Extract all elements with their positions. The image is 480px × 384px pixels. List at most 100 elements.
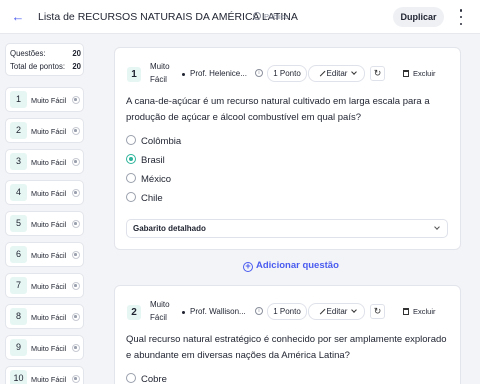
question-nav-number: 3 [10, 153, 27, 170]
delete-label: Excluir [413, 307, 436, 316]
visibility-status: Público [253, 12, 289, 21]
question-nav-label: Muito Fácil [31, 158, 67, 167]
difficulty-line2: Fácil [150, 75, 167, 84]
status-dot-icon [72, 127, 80, 135]
status-dot-icon [72, 96, 80, 104]
question-nav-label: Muito Fácil [31, 96, 67, 105]
question-nav-number: 6 [10, 246, 27, 263]
option-label: Colômbia [141, 136, 182, 147]
question-nav-number: 5 [10, 215, 27, 232]
back-arrow-icon[interactable]: ← [11, 10, 25, 24]
trash-icon [403, 308, 409, 315]
question-nav-item[interactable]: 4 Muito Fácil [5, 180, 84, 205]
radio-icon [126, 373, 136, 383]
author-name: Prof. Helenice... [190, 69, 247, 78]
status-dot-icon [72, 220, 80, 228]
radio-icon [126, 192, 136, 202]
questions-count: 20 [72, 49, 81, 58]
question-number: 2 [127, 305, 141, 320]
question-nav-number: 9 [10, 339, 27, 356]
status-dot-icon [72, 158, 80, 166]
answer-option[interactable]: Cobre [126, 373, 167, 384]
option-label: Cobre [141, 374, 167, 384]
points-pill[interactable]: 1 Ponto [267, 65, 307, 82]
option-label: México [141, 174, 172, 185]
list-summary: Questões: 20 Total de pontos: 20 [5, 43, 84, 76]
duplicate-button[interactable]: Duplicar [393, 7, 444, 27]
radio-icon [126, 135, 136, 145]
radio-icon [126, 173, 136, 183]
chevron-down-icon [351, 69, 358, 75]
visibility-label: Público [264, 12, 289, 21]
status-dot-icon [72, 344, 80, 352]
answer-option[interactable]: Brasil [126, 154, 165, 166]
question-nav-item[interactable]: 1 Muito Fácil [5, 87, 84, 112]
answer-option[interactable]: Chile [126, 192, 163, 204]
question-nav-label: Muito Fácil [31, 313, 67, 322]
question-nav-item[interactable]: 3 Muito Fácil [5, 149, 84, 174]
pencil-icon [315, 304, 325, 315]
chevron-down-icon [351, 307, 358, 313]
question-nav-number: 8 [10, 308, 27, 325]
question-nav-item[interactable]: 8 Muito Fácil [5, 304, 84, 329]
status-dot-icon [72, 189, 80, 197]
refresh-icon[interactable]: ↻ [370, 304, 385, 319]
question-nav-item[interactable]: 6 Muito Fácil [5, 242, 84, 267]
status-dot-icon [72, 251, 80, 259]
edit-label: Editar [326, 307, 348, 316]
plus-circle-icon: + [243, 262, 253, 272]
edit-label: Editar [326, 69, 348, 78]
chevron-down-icon [434, 224, 440, 230]
delete-button[interactable]: Excluir [403, 69, 436, 78]
question-nav-item[interactable]: 5 Muito Fácil [5, 211, 84, 236]
question-card: 1 Muito Fácil Prof. Helenice... i 1 Pont… [114, 47, 461, 250]
difficulty-line1: Muito [150, 300, 170, 309]
question-nav-label: Muito Fácil [31, 189, 67, 198]
question-nav-number: 7 [10, 277, 27, 294]
question-nav-label: Muito Fácil [31, 127, 67, 136]
separator-dot [182, 73, 185, 76]
difficulty-line2: Fácil [150, 313, 167, 322]
question-nav-item[interactable]: 7 Muito Fácil [5, 273, 84, 298]
question-text: A cana-de-açúcar é um recurso natural cu… [126, 96, 430, 123]
question-nav-item[interactable]: 2 Muito Fácil [5, 118, 84, 143]
question-nav-label: Muito Fácil [31, 282, 67, 291]
answer-key-label: Gabarito detalhado [133, 224, 206, 233]
delete-label: Excluir [413, 69, 436, 78]
answer-key-dropdown[interactable]: Gabarito detalhado [126, 219, 448, 238]
question-text: Qual recurso natural estratégico é conhe… [126, 334, 447, 361]
question-nav-item[interactable]: 10 Muito Fácil [5, 366, 84, 384]
status-dot-icon [72, 313, 80, 321]
question-nav-number: 4 [10, 184, 27, 201]
answer-option[interactable]: Colômbia [126, 135, 181, 147]
add-question-button[interactable]: + Adicionar questão [243, 260, 339, 272]
points-label: Total de pontos: [10, 62, 66, 71]
question-nav-number: 1 [10, 91, 27, 108]
delete-button[interactable]: Excluir [403, 307, 436, 316]
question-card: 2 Muito Fácil Prof. Wallison... i 1 Pont… [114, 285, 461, 384]
author-name: Prof. Wallison... [190, 307, 246, 316]
points-count-row: Total de pontos: 20 [10, 62, 81, 71]
questions-label: Questões: [10, 49, 46, 58]
option-label: Brasil [141, 155, 165, 166]
answer-option[interactable]: México [126, 173, 171, 185]
info-icon[interactable]: i [255, 307, 263, 315]
question-number: 1 [127, 67, 141, 82]
question-nav-number: 2 [10, 122, 27, 139]
edit-dropdown[interactable]: Editar [308, 65, 365, 82]
question-nav-item[interactable]: 9 Muito Fácil [5, 335, 84, 360]
question-nav-label: Muito Fácil [31, 344, 67, 353]
info-icon[interactable]: i [255, 69, 263, 77]
question-nav-label: Muito Fácil [31, 220, 67, 229]
edit-dropdown[interactable]: Editar [308, 303, 365, 320]
difficulty-line1: Muito [150, 62, 170, 71]
radio-selected-icon [126, 154, 136, 164]
more-options-icon[interactable] [456, 9, 466, 25]
refresh-icon[interactable]: ↻ [370, 66, 385, 81]
separator-dot [182, 311, 185, 314]
pencil-icon [315, 66, 325, 77]
points-pill[interactable]: 1 Ponto [267, 303, 307, 320]
status-dot-icon [72, 375, 80, 383]
add-question-label: Adicionar questão [256, 260, 339, 271]
status-dot-icon [72, 282, 80, 290]
